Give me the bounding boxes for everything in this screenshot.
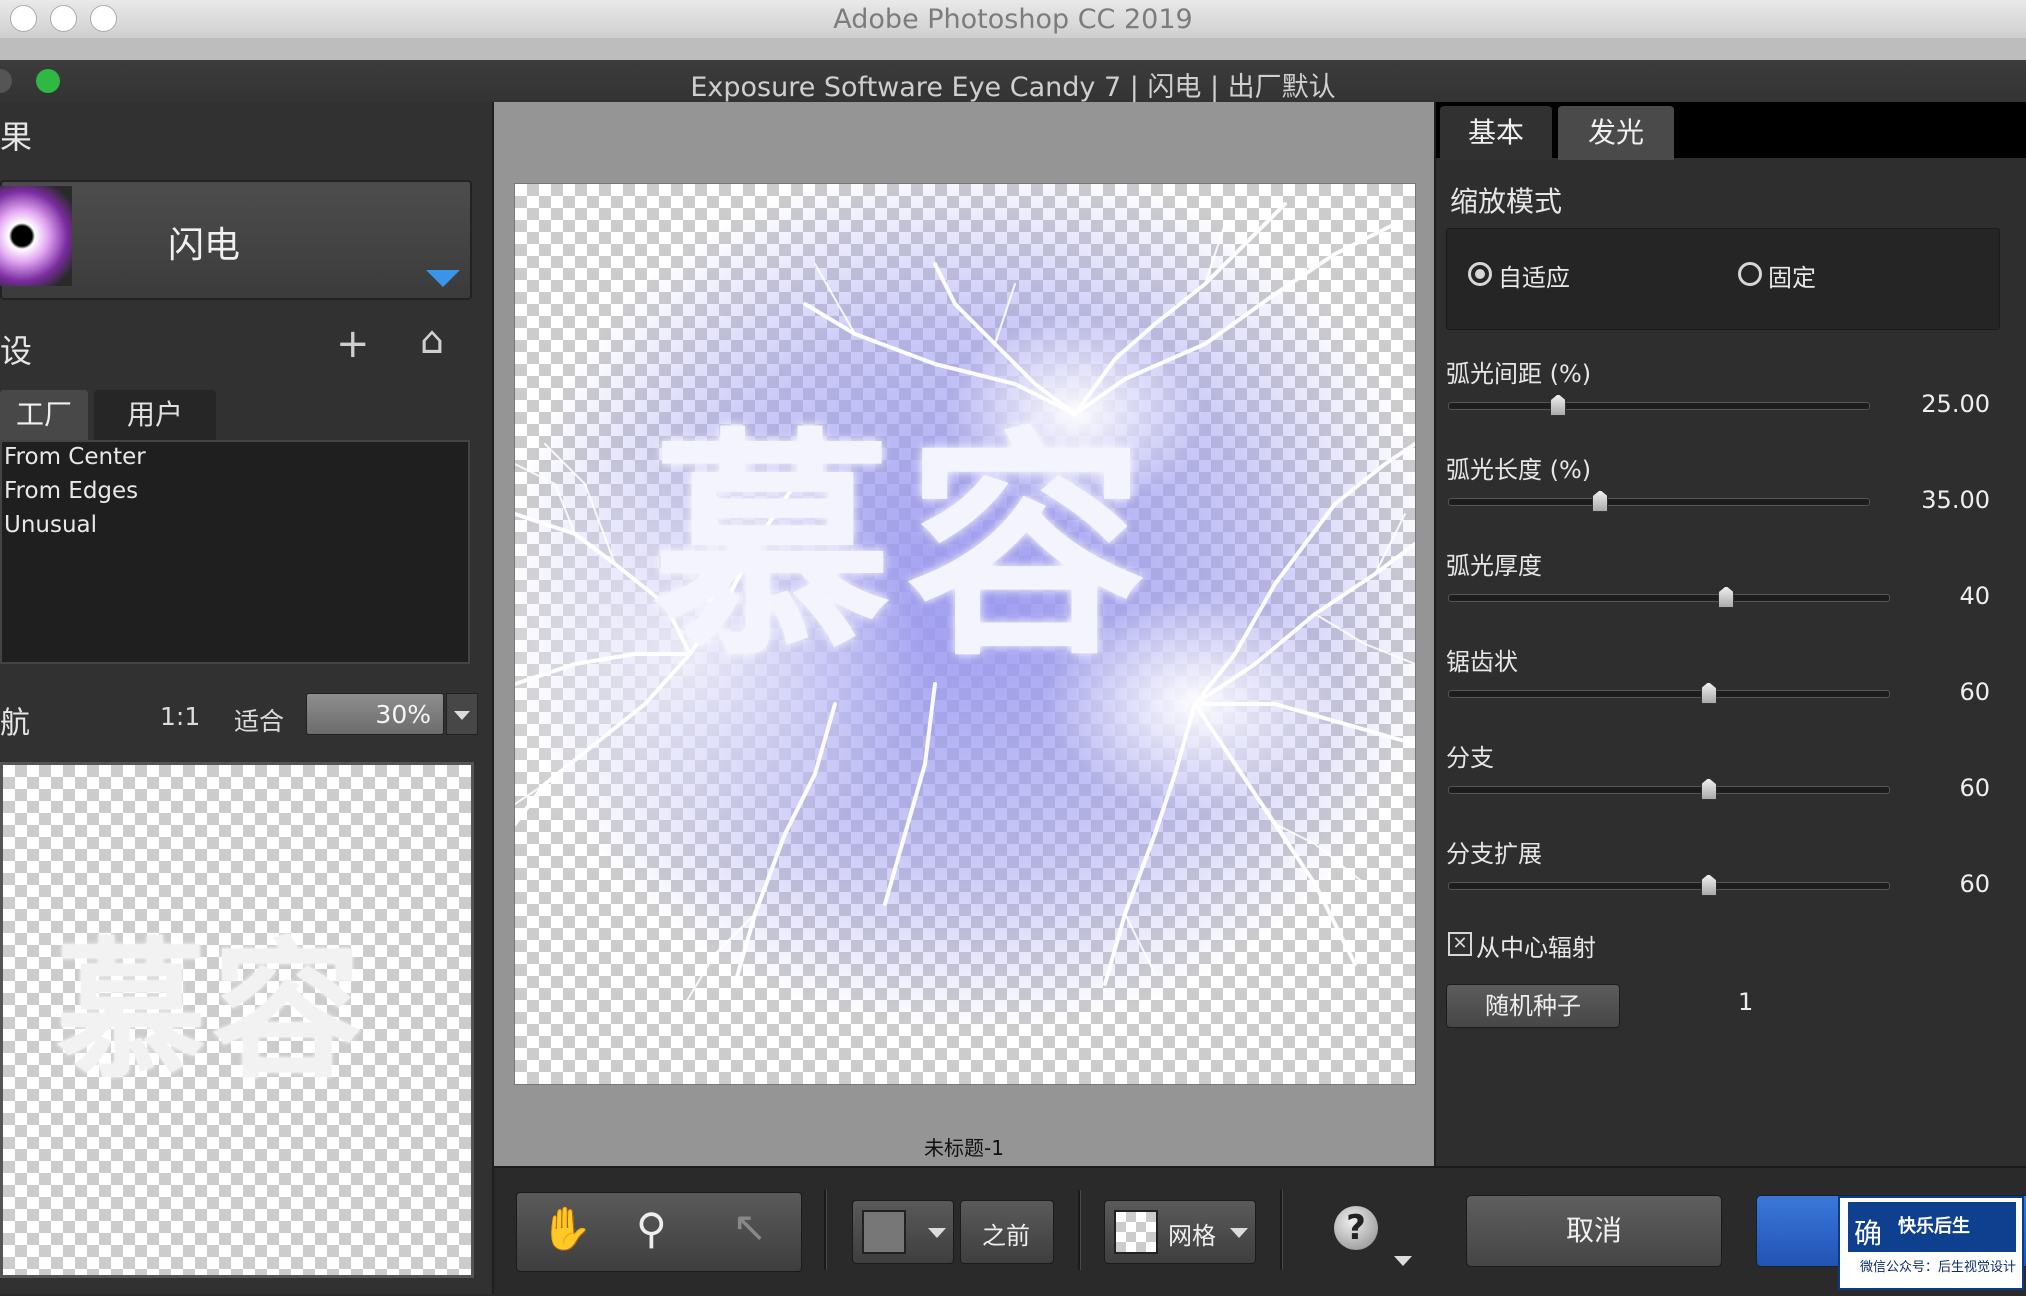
toolbar-divider — [824, 1190, 827, 1270]
radio-fixed-label: 固定 — [1768, 264, 1816, 292]
toolbar-divider — [1078, 1190, 1081, 1270]
zoom-tool-icon[interactable]: ⚲ — [636, 1204, 667, 1253]
random-seed-value: 1 — [1738, 988, 1754, 1016]
slider-track[interactable] — [1448, 594, 1890, 602]
pointer-tool-icon[interactable]: ↖ — [732, 1206, 767, 1248]
tab-user[interactable]: 用户 — [94, 390, 216, 440]
grid-swatch-icon — [1114, 1210, 1158, 1254]
slider-value: 25.00 — [1921, 390, 1990, 418]
chevron-down-icon[interactable] — [1394, 1256, 1412, 1266]
add-preset-icon[interactable]: + — [336, 324, 370, 364]
ok-label: 确 — [1854, 1217, 1883, 1250]
help-icon[interactable]: ? — [1334, 1206, 1378, 1250]
slider-value: 60 — [1959, 870, 1990, 898]
cancel-button[interactable]: 取消 — [1466, 1195, 1722, 1267]
plugin-zoom-button[interactable] — [36, 69, 60, 93]
slider-label: 弧光间距 (%) — [1446, 360, 1592, 388]
plugin-title: Exposure Software Eye Candy 7 | 闪电 | 出厂默… — [690, 72, 1336, 103]
canvas-text: 慕容 — [652, 408, 1161, 688]
zoom-dropdown-button[interactable] — [446, 693, 478, 735]
slider-track[interactable] — [1448, 882, 1890, 890]
slider-value: 40 — [1959, 582, 1990, 610]
effects-heading: 果 — [0, 118, 33, 156]
effect-name: 闪电 — [168, 225, 241, 266]
slider-track[interactable] — [1448, 402, 1870, 410]
slider-track[interactable] — [1448, 690, 1890, 698]
chevron-down-icon[interactable] — [928, 1228, 946, 1238]
zoom-1to1-button[interactable]: 1:1 — [160, 702, 200, 731]
lightning-thumbnail — [0, 186, 72, 286]
hand-tool-icon[interactable]: ✋ — [540, 1208, 592, 1250]
radio-fixed[interactable] — [1738, 262, 1762, 286]
preset-list — [0, 440, 470, 664]
chevron-down-icon[interactable] — [426, 270, 460, 287]
radio-adaptive-label: 自适应 — [1498, 264, 1570, 292]
tab-factory[interactable]: 工厂 — [0, 390, 88, 440]
chevron-down-icon[interactable] — [1230, 1228, 1248, 1238]
before-label: 之前 — [982, 1222, 1030, 1250]
tab-basic[interactable]: 基本 — [1440, 106, 1552, 160]
watermark-title: 快乐后生 — [1898, 1216, 1970, 1237]
zoom-level-field[interactable]: 30% — [306, 693, 444, 735]
document-name: 未标题-1 — [924, 1136, 1004, 1160]
slider-label: 分支扩展 — [1446, 840, 1542, 868]
radiate-from-center-checkbox[interactable]: ✕ — [1448, 932, 1472, 956]
zoom-mode-label: 缩放模式 — [1450, 185, 1563, 218]
slider-value: 60 — [1959, 774, 1990, 802]
preset-item[interactable]: From Edges — [4, 478, 138, 504]
slider-value: 35.00 — [1921, 486, 1990, 514]
radiate-from-center-label: 从中心辐射 — [1476, 934, 1596, 962]
photoshop-options-strip — [0, 38, 2026, 61]
slider-label: 弧光厚度 — [1446, 552, 1542, 580]
preset-item[interactable]: From Center — [4, 444, 146, 470]
preset-item[interactable]: Unusual — [4, 512, 97, 538]
navigator-heading: 航 — [0, 706, 30, 741]
navigator-preview-text: 慕容 — [56, 925, 369, 1099]
grid-label: 网格 — [1168, 1222, 1216, 1250]
mac-title-bar: Adobe Photoshop CC 2019 — [0, 0, 2026, 39]
app-title: Adobe Photoshop CC 2019 — [833, 4, 1193, 35]
slider-track[interactable] — [1448, 498, 1870, 506]
tab-glow[interactable]: 发光 — [1558, 106, 1674, 160]
slider-track[interactable] — [1448, 786, 1890, 794]
watermark-subtitle: 微信公众号：后生视觉设计 — [1860, 1260, 2017, 1275]
slider-label: 弧光长度 (%) — [1446, 456, 1592, 484]
home-icon[interactable]: ⌂ — [420, 320, 444, 360]
radio-adaptive[interactable] — [1468, 262, 1492, 286]
zoom-fit-button[interactable]: 适合 — [234, 702, 284, 738]
toolbar-divider — [1280, 1190, 1283, 1270]
slider-value: 60 — [1959, 678, 1990, 706]
random-seed-button[interactable]: 随机种子 — [1446, 984, 1620, 1028]
presets-heading: 设 — [0, 332, 33, 370]
slider-label: 分支 — [1446, 744, 1494, 772]
plugin-title-bar: Exposure Software Eye Candy 7 | 闪电 | 出厂默… — [0, 60, 2026, 103]
slider-label: 锯齿状 — [1446, 648, 1518, 676]
background-color-swatch — [862, 1210, 906, 1254]
